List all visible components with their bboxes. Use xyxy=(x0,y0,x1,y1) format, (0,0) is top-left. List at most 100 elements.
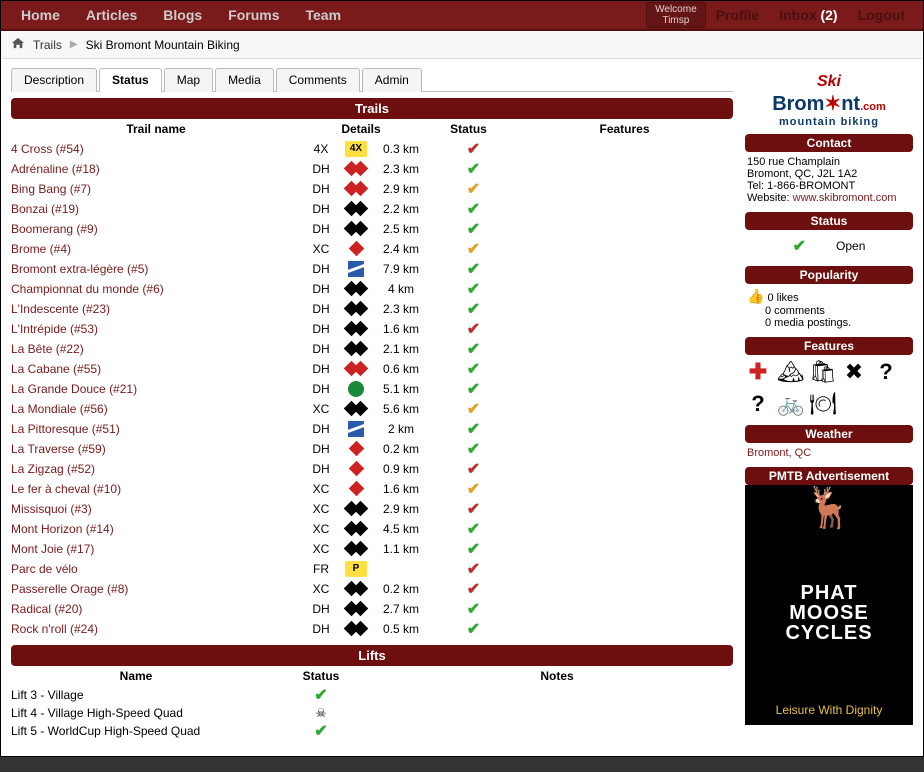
trail-link[interactable]: Bonzai (#19) xyxy=(11,202,79,216)
check-green-icon: ✔ xyxy=(467,601,480,618)
weather-link[interactable]: Bromont, QC xyxy=(747,447,811,459)
trail-type: XC xyxy=(301,522,341,536)
double-diamond-red-icon xyxy=(346,182,366,196)
lift-name: Lift 5 - WorldCup High-Speed Quad xyxy=(11,724,261,738)
trail-link[interactable]: La Bête (#22) xyxy=(11,342,84,356)
check-green-icon: ✔ xyxy=(467,341,480,358)
tab-comments[interactable]: Comments xyxy=(276,68,360,92)
trail-link[interactable]: Bromont extra-légère (#5) xyxy=(11,262,148,276)
lift-row: Lift 3 - Village✔ xyxy=(11,686,733,704)
trail-link[interactable]: La Traverse (#59) xyxy=(11,442,106,456)
trail-type: XC xyxy=(301,542,341,556)
trail-type: DH xyxy=(301,202,341,216)
trail-link[interactable]: Adrénaline (#18) xyxy=(11,162,100,176)
badge-p-icon: P xyxy=(345,561,367,577)
trail-link[interactable]: Radical (#20) xyxy=(11,602,82,616)
check-orange-icon: ✔ xyxy=(467,241,480,258)
trail-distance: 0.3 km xyxy=(371,142,431,156)
trail-link[interactable]: La Mondiale (#56) xyxy=(11,402,108,416)
home-icon[interactable] xyxy=(11,37,25,52)
trail-icon: 🏔 xyxy=(777,359,803,385)
trail-link[interactable]: Bing Bang (#7) xyxy=(11,182,91,196)
check-green-icon: ✔ xyxy=(467,621,480,638)
shop-icon: 🛍 xyxy=(809,359,835,385)
tab-status[interactable]: Status xyxy=(99,68,162,92)
trail-distance: 0.6 km xyxy=(371,362,431,376)
trail-link[interactable]: L'Indescente (#23) xyxy=(11,302,110,316)
nav-logout[interactable]: Logout xyxy=(848,1,915,29)
breadcrumb-trails[interactable]: Trails xyxy=(33,38,62,52)
info-icon: ? xyxy=(873,359,899,385)
trail-link[interactable]: Boomerang (#9) xyxy=(11,222,98,236)
trail-link[interactable]: La Grande Douce (#21) xyxy=(11,382,137,396)
trail-distance: 7.9 km xyxy=(371,262,431,276)
check-icon: ✔ xyxy=(793,236,806,256)
nav-team[interactable]: Team xyxy=(294,1,354,29)
trail-link[interactable]: La Cabane (#55) xyxy=(11,362,101,376)
nav-forums[interactable]: Forums xyxy=(216,1,291,29)
trail-link[interactable]: Missisquoi (#3) xyxy=(11,502,92,516)
trail-distance: 5.1 km xyxy=(371,382,431,396)
nav-blogs[interactable]: Blogs xyxy=(151,1,214,29)
table-row: Bing Bang (#7)DH2.9 km✔ xyxy=(11,179,733,199)
ad-image[interactable]: 🦌 PHAT MOOSE CYCLES Leisure With Dignity xyxy=(745,485,913,725)
nav-profile[interactable]: Profile xyxy=(706,1,770,29)
breadcrumb: Trails ▶ Ski Bromont Mountain Biking xyxy=(1,31,923,59)
trail-link[interactable]: L'Intrépide (#53) xyxy=(11,322,98,336)
nav-inbox[interactable]: Inbox (2) xyxy=(769,1,847,29)
trail-link[interactable]: Parc de vélo xyxy=(11,562,78,576)
trail-distance: 4.5 km xyxy=(371,522,431,536)
trail-type: DH xyxy=(301,182,341,196)
nav-home[interactable]: Home xyxy=(9,1,72,29)
trail-distance: 4 km xyxy=(371,282,431,296)
weather-box: Weather Bromont, QC xyxy=(745,425,913,463)
diamond-red-icon xyxy=(346,482,366,496)
check-green-icon: ✔ xyxy=(467,261,480,278)
trail-distance: 2.2 km xyxy=(371,202,431,216)
trail-type: DH xyxy=(301,382,341,396)
trail-distance: 2.7 km xyxy=(371,602,431,616)
tab-admin[interactable]: Admin xyxy=(362,68,422,92)
skull-icon: ☠ xyxy=(316,706,327,720)
trail-link[interactable]: Mont Horizon (#14) xyxy=(11,522,114,536)
trail-type: DH xyxy=(301,222,341,236)
website-link[interactable]: www.skibromont.com xyxy=(793,192,897,204)
breadcrumb-current: Ski Bromont Mountain Biking xyxy=(86,38,240,52)
trail-link[interactable]: Mont Joie (#17) xyxy=(11,542,94,556)
trail-distance: 1.1 km xyxy=(371,542,431,556)
trail-link[interactable]: La Pittoresque (#51) xyxy=(11,422,120,436)
blue-square-icon xyxy=(348,421,364,437)
trail-type: DH xyxy=(301,262,341,276)
trail-type: DH xyxy=(301,602,341,616)
trail-link[interactable]: La Zigzag (#52) xyxy=(11,462,95,476)
trail-type: DH xyxy=(301,162,341,176)
lifts-columns: Name Status Notes xyxy=(11,666,733,686)
check-red-icon: ✔ xyxy=(467,141,480,158)
trail-distance: 2.9 km xyxy=(371,502,431,516)
tab-description[interactable]: Description xyxy=(11,68,97,92)
trail-link[interactable]: Championnat du monde (#6) xyxy=(11,282,164,296)
trail-link[interactable]: Brome (#4) xyxy=(11,242,71,256)
check-green-icon: ✔ xyxy=(467,161,480,178)
trail-link[interactable]: 4 Cross (#54) xyxy=(11,142,84,156)
table-row: Rock n'roll (#24)DH0.5 km✔ xyxy=(11,619,733,639)
trail-distance: 0.2 km xyxy=(371,442,431,456)
check-green-icon: ✔ xyxy=(467,221,480,238)
trail-type: DH xyxy=(301,342,341,356)
status-box: Status ✔ Open xyxy=(745,212,913,262)
popularity-box: Popularity 👍 0 likes 0 comments 0 media … xyxy=(745,266,913,333)
trail-type: DH xyxy=(301,362,341,376)
trail-link[interactable]: Passerelle Orage (#8) xyxy=(11,582,128,596)
table-row: L'Intrépide (#53)DH1.6 km✔ xyxy=(11,319,733,339)
trail-type: XC xyxy=(301,242,341,256)
tab-media[interactable]: Media xyxy=(215,68,274,92)
trail-link[interactable]: Le fer à cheval (#10) xyxy=(11,482,121,496)
thumbs-up-icon: 👍 xyxy=(747,288,764,304)
trail-type: DH xyxy=(301,322,341,336)
diamond-red-icon xyxy=(346,242,366,256)
tab-map[interactable]: Map xyxy=(164,68,213,92)
nav-articles[interactable]: Articles xyxy=(74,1,149,29)
trail-link[interactable]: Rock n'roll (#24) xyxy=(11,622,98,636)
double-diamond-black-icon xyxy=(346,302,366,316)
double-diamond-black-icon xyxy=(346,342,366,356)
